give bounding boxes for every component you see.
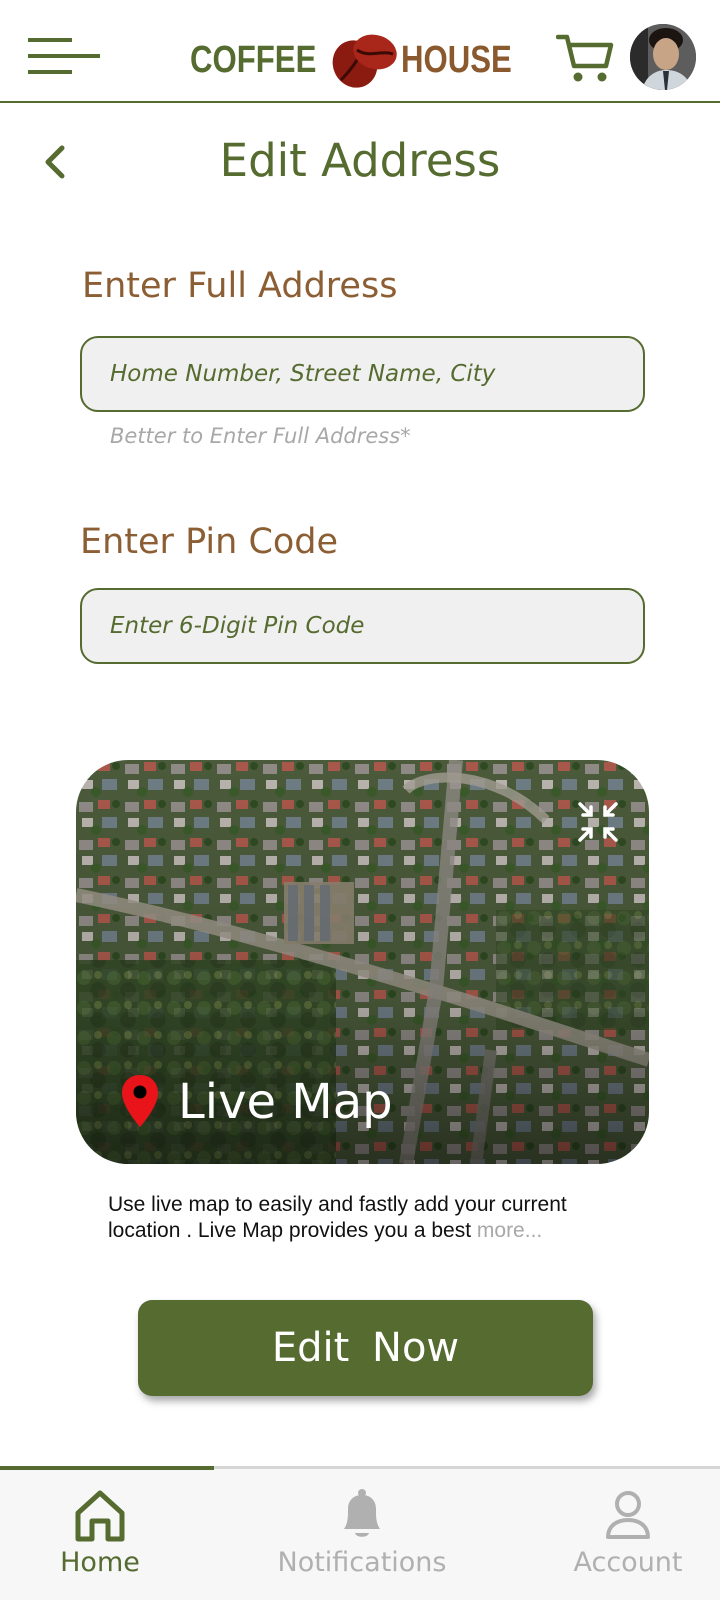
nav-item-home[interactable]: Home [0, 1487, 200, 1578]
address-label: Enter Full Address [82, 266, 398, 306]
expand-icon[interactable] [576, 800, 620, 844]
brand-logo[interactable]: COFFEE HOUSE [190, 28, 521, 92]
hamburger-menu-icon[interactable] [28, 36, 104, 76]
nav-label-home: Home [60, 1547, 140, 1578]
live-map-description: Use live map to easily and fastly add yo… [108, 1192, 628, 1244]
pin-code-field-wrapper [80, 588, 645, 664]
pin-code-input[interactable] [82, 590, 643, 662]
active-tab-indicator [0, 1466, 214, 1470]
avatar-image [630, 24, 696, 90]
address-input[interactable] [82, 338, 643, 410]
nav-label-notifications: Notifications [277, 1547, 447, 1578]
address-hint: Better to Enter Full Address* [110, 424, 411, 448]
pin-code-label: Enter Pin Code [80, 522, 339, 562]
coffee-bean-icon [332, 34, 397, 88]
nav-item-notifications[interactable]: Notifications [262, 1487, 462, 1578]
user-icon [606, 1491, 650, 1539]
user-avatar[interactable] [630, 24, 696, 90]
location-pin-icon [122, 1075, 158, 1127]
shopping-cart-icon[interactable] [556, 32, 614, 84]
page-title: Edit Address [219, 134, 501, 187]
bell-icon [344, 1489, 380, 1537]
logo-text-house: HOUSE [401, 38, 512, 81]
home-icon [75, 1490, 125, 1542]
app-header: COFFEE HOUSE [0, 0, 720, 103]
address-field-wrapper [80, 336, 645, 412]
live-map-label: Live Map [178, 1074, 393, 1130]
logo-text-coffee: COFFEE [190, 38, 317, 81]
live-map-card[interactable]: Live Map [76, 760, 649, 1164]
more-link[interactable]: more... [477, 1219, 542, 1242]
nav-item-account[interactable]: Account [528, 1487, 720, 1578]
edit-now-button[interactable]: Edit Now [138, 1300, 593, 1396]
nav-label-account: Account [573, 1547, 683, 1578]
bottom-navigation: Home Notifications Account [0, 1466, 720, 1600]
